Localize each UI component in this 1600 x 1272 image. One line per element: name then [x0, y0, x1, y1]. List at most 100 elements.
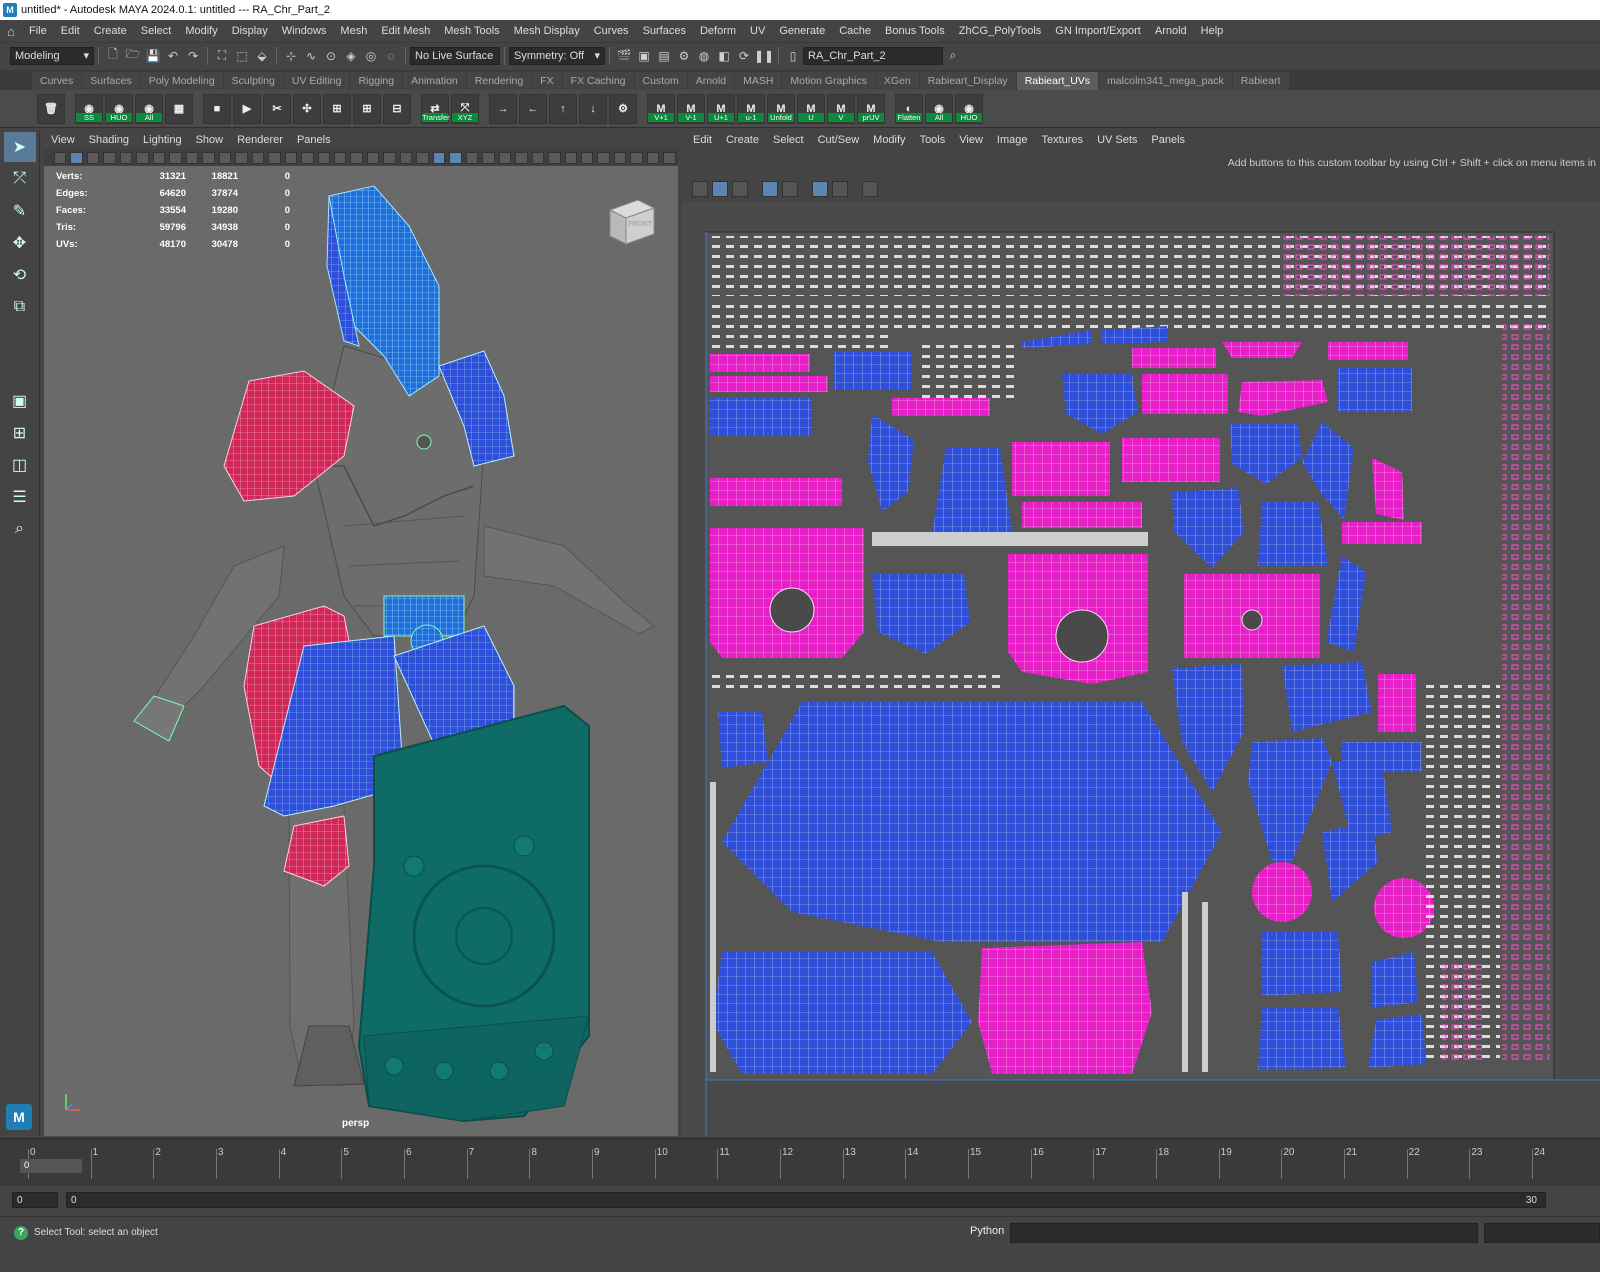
- viewport-tool-icon[interactable]: [202, 151, 215, 164]
- undo-icon[interactable]: ↶: [164, 47, 182, 65]
- shelf-button-tool-9[interactable]: ⊞: [323, 93, 351, 124]
- shelf-button-tool-14[interactable]: →: [489, 93, 517, 124]
- script-language-label[interactable]: Python: [970, 1225, 1004, 1237]
- command-line-input[interactable]: [1010, 1223, 1478, 1243]
- menu-help[interactable]: Help: [1194, 25, 1231, 37]
- redo-icon[interactable]: ↷: [184, 47, 202, 65]
- workspace-menu-selector[interactable]: Modeling ▾: [10, 46, 94, 65]
- uv-select-icon[interactable]: [712, 181, 728, 197]
- viewport-tool-icon[interactable]: [86, 151, 100, 164]
- shelf-button-xyz[interactable]: ⤧ XYZ: [451, 93, 479, 124]
- viewport-tool-icon[interactable]: [498, 151, 512, 164]
- menu-generate[interactable]: Generate: [772, 25, 832, 37]
- uv-menu-edit[interactable]: Edit: [686, 134, 719, 146]
- outliner-layout-icon[interactable]: ☰: [4, 482, 36, 512]
- snap-view-icon[interactable]: ◈: [342, 47, 360, 65]
- viewport-tool-icon[interactable]: [268, 151, 281, 164]
- menu-cache[interactable]: Cache: [832, 25, 878, 37]
- shelf-tab-uv-editing[interactable]: UV Editing: [283, 72, 350, 90]
- arnold-ipr-icon[interactable]: ⟳: [735, 47, 753, 65]
- shelf-button-tool-6[interactable]: ▶: [233, 93, 261, 124]
- uv-menu-modify[interactable]: Modify: [866, 134, 912, 146]
- save-scene-icon[interactable]: 💾: [144, 47, 162, 65]
- shelf-tab-fx-caching[interactable]: FX Caching: [562, 72, 634, 90]
- viewport-tool-icon[interactable]: [70, 151, 83, 164]
- menu-arnold[interactable]: Arnold: [1148, 25, 1194, 37]
- name-field-icon[interactable]: ▯: [784, 47, 802, 65]
- shelf-tab-rabieart-display[interactable]: Rabieart_Display: [919, 72, 1016, 90]
- uv-shaded-icon[interactable]: [762, 181, 778, 197]
- viewport-tool-icon[interactable]: [169, 151, 182, 164]
- character-model[interactable]: [44, 166, 678, 1136]
- layout-four-icon[interactable]: ⊞: [4, 418, 36, 448]
- shelf-button-tool-5[interactable]: ■: [203, 93, 231, 124]
- snap-grid-icon[interactable]: ⊹: [282, 47, 300, 65]
- snap-point-icon[interactable]: ⊙: [322, 47, 340, 65]
- viewport-tool-icon[interactable]: [185, 151, 199, 164]
- ipr-render-icon[interactable]: ▤: [655, 47, 673, 65]
- shelf-button-u-1[interactable]: Mu-1: [737, 93, 765, 124]
- menu-edit[interactable]: Edit: [54, 25, 87, 37]
- viewport-tool-icon[interactable]: [630, 151, 643, 164]
- animation-start-field[interactable]: 0: [12, 1192, 58, 1208]
- perspective-viewport[interactable]: Verts: 31321 18821 0 Edges: 64620 37874 0 Faces:…: [44, 166, 678, 1136]
- shelf-button-u[interactable]: MU: [797, 93, 825, 124]
- shelf-button-tool-4[interactable]: ▦: [165, 93, 193, 124]
- shelf-tab-custom[interactable]: Custom: [634, 72, 687, 90]
- viewport-tool-icon[interactable]: [465, 151, 479, 164]
- snap-surface-icon[interactable]: ◎: [362, 47, 380, 65]
- symmetry-dropdown[interactable]: Symmetry: Off ▾: [509, 46, 605, 65]
- shelf-tab-animation[interactable]: Animation: [403, 72, 466, 90]
- viewport-tool-icon[interactable]: [482, 151, 495, 164]
- range-slider[interactable]: 0 30: [66, 1192, 1546, 1208]
- shelf-button-v[interactable]: MV: [827, 93, 855, 124]
- current-frame-marker[interactable]: 0: [20, 1159, 82, 1173]
- viewport-menu-lighting[interactable]: Lighting: [136, 134, 189, 146]
- uv-menu-view[interactable]: View: [952, 134, 990, 146]
- move-tool-icon[interactable]: ✥: [4, 228, 36, 258]
- menu-edit-mesh[interactable]: Edit Mesh: [374, 25, 437, 37]
- menu-mesh[interactable]: Mesh: [333, 25, 374, 37]
- snap-live-icon[interactable]: ◌: [382, 47, 400, 65]
- menu-surfaces[interactable]: Surfaces: [636, 25, 693, 37]
- menu-display[interactable]: Display: [225, 25, 275, 37]
- shelf-tab-rendering[interactable]: Rendering: [466, 72, 532, 90]
- viewport-menu-shading[interactable]: Shading: [82, 134, 136, 146]
- menu-curves[interactable]: Curves: [587, 25, 636, 37]
- shelf-button-tool-16[interactable]: ↑: [549, 93, 577, 124]
- arnold-render-icon[interactable]: ◧: [715, 47, 733, 65]
- shelf-button-tool-7[interactable]: ✂: [263, 93, 291, 124]
- shelf-tab-rigging[interactable]: Rigging: [350, 72, 403, 90]
- uv-menu-create[interactable]: Create: [719, 134, 766, 146]
- render-settings-icon[interactable]: ⚙: [675, 47, 693, 65]
- viewport-menu-view[interactable]: View: [44, 134, 82, 146]
- uv-layout[interactable]: [682, 202, 1600, 1136]
- uv-menu-select[interactable]: Select: [766, 134, 811, 146]
- scene-name-field[interactable]: RA_Chr_Part_2: [803, 46, 943, 65]
- shelf-tab-fx[interactable]: FX: [532, 72, 562, 90]
- viewport-tool-icon[interactable]: [350, 151, 363, 164]
- menu-mesh-tools[interactable]: Mesh Tools: [437, 25, 506, 37]
- select-tool-icon[interactable]: ➤: [3, 132, 36, 162]
- viewport-tool-icon[interactable]: [301, 151, 314, 164]
- viewport-tool-icon[interactable]: [54, 151, 67, 164]
- shelf-button-tool-11[interactable]: ⊟: [383, 93, 411, 124]
- viewport-tool-icon[interactable]: [432, 151, 446, 164]
- viewport-tool-icon[interactable]: [218, 151, 232, 164]
- viewport-tool-icon[interactable]: [564, 151, 577, 164]
- scale-tool-icon[interactable]: ⧉: [4, 292, 36, 322]
- shelf-button-transfer[interactable]: ⇄ Transfer: [421, 93, 450, 124]
- uv-distortion-icon[interactable]: [782, 181, 798, 197]
- shelf-button-v-1[interactable]: M V-1: [677, 93, 705, 124]
- menu-zhcg-polytools[interactable]: ZhCG_PolyTools: [952, 25, 1049, 37]
- shelf-tab-xgen[interactable]: XGen: [875, 72, 919, 90]
- search-icon[interactable]: ⌕: [944, 47, 962, 65]
- viewport-tool-icon[interactable]: [119, 151, 133, 164]
- shelf-button-pruv[interactable]: MprUV: [857, 93, 885, 124]
- viewport-menu-panels[interactable]: Panels: [290, 134, 338, 146]
- shelf-tab-curves[interactable]: Curves: [32, 72, 82, 90]
- viewport-tool-icon[interactable]: [515, 151, 528, 164]
- viewport-tool-icon[interactable]: [366, 151, 380, 164]
- menu-create[interactable]: Create: [87, 25, 134, 37]
- shelf-button-all[interactable]: ◉ All: [925, 93, 953, 124]
